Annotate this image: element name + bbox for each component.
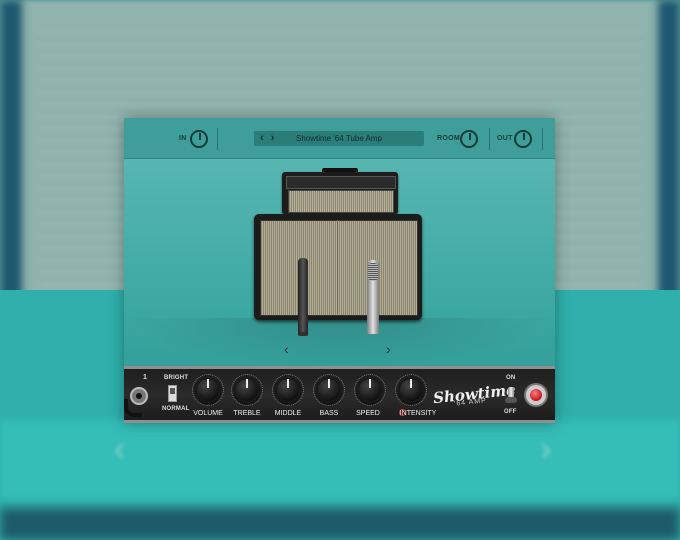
top-bar: IN ‹ › Showtime '64 Tube Amp ROOM OUT	[124, 118, 555, 159]
amp-plugin-window: IN ‹ › Showtime '64 Tube Amp ROOM OUT ‹ …	[124, 118, 555, 423]
mic-prev-button[interactable]: ‹	[284, 341, 289, 357]
intensity-knob[interactable]	[398, 377, 424, 403]
condenser-microphone[interactable]	[367, 260, 379, 334]
chevron-right-icon: ›	[540, 430, 552, 468]
room-label: ROOM	[437, 135, 460, 142]
speed-label: SPEED	[356, 410, 380, 417]
channel-number: 1	[143, 374, 148, 381]
volume-knob[interactable]	[195, 377, 221, 403]
dynamic-microphone[interactable]	[298, 258, 308, 336]
middle-label: MIDDLE	[274, 410, 302, 417]
bass-label: BASS	[319, 410, 339, 417]
off-label: OFF	[504, 409, 517, 415]
treble-knob[interactable]	[234, 377, 260, 403]
amp-control-panel: 1 BRIGHT NORMAL VOLUME TREBLE MIDDLE BAS…	[124, 366, 555, 423]
preset-selector[interactable]: ‹ › Showtime '64 Tube Amp	[254, 131, 424, 146]
bright-label: BRIGHT	[164, 375, 189, 381]
preset-name: Showtime '64 Tube Amp	[295, 134, 383, 143]
power-light-button[interactable]	[526, 385, 546, 405]
volume-label: VOLUME	[193, 410, 223, 417]
normal-label: NORMAL	[162, 406, 190, 412]
treble-label: TREBLE	[233, 410, 261, 417]
speaker-cabinet	[254, 214, 422, 320]
input-knob[interactable]	[190, 130, 208, 148]
mic-next-button[interactable]: ›	[386, 341, 391, 357]
bright-switch[interactable]	[168, 385, 177, 402]
room-knob[interactable]	[460, 130, 478, 148]
input-jack[interactable]	[130, 387, 148, 405]
in-label: IN	[179, 135, 187, 142]
bass-knob[interactable]	[316, 377, 342, 403]
speed-knob[interactable]	[357, 377, 383, 403]
out-label: OUT	[497, 135, 513, 142]
on-label: ON	[506, 375, 516, 381]
intensity-label: INTENSITY	[399, 410, 437, 417]
chevron-left-icon: ‹	[114, 430, 126, 468]
amp-head	[282, 168, 398, 214]
middle-knob[interactable]	[275, 377, 301, 403]
output-knob[interactable]	[514, 130, 532, 148]
